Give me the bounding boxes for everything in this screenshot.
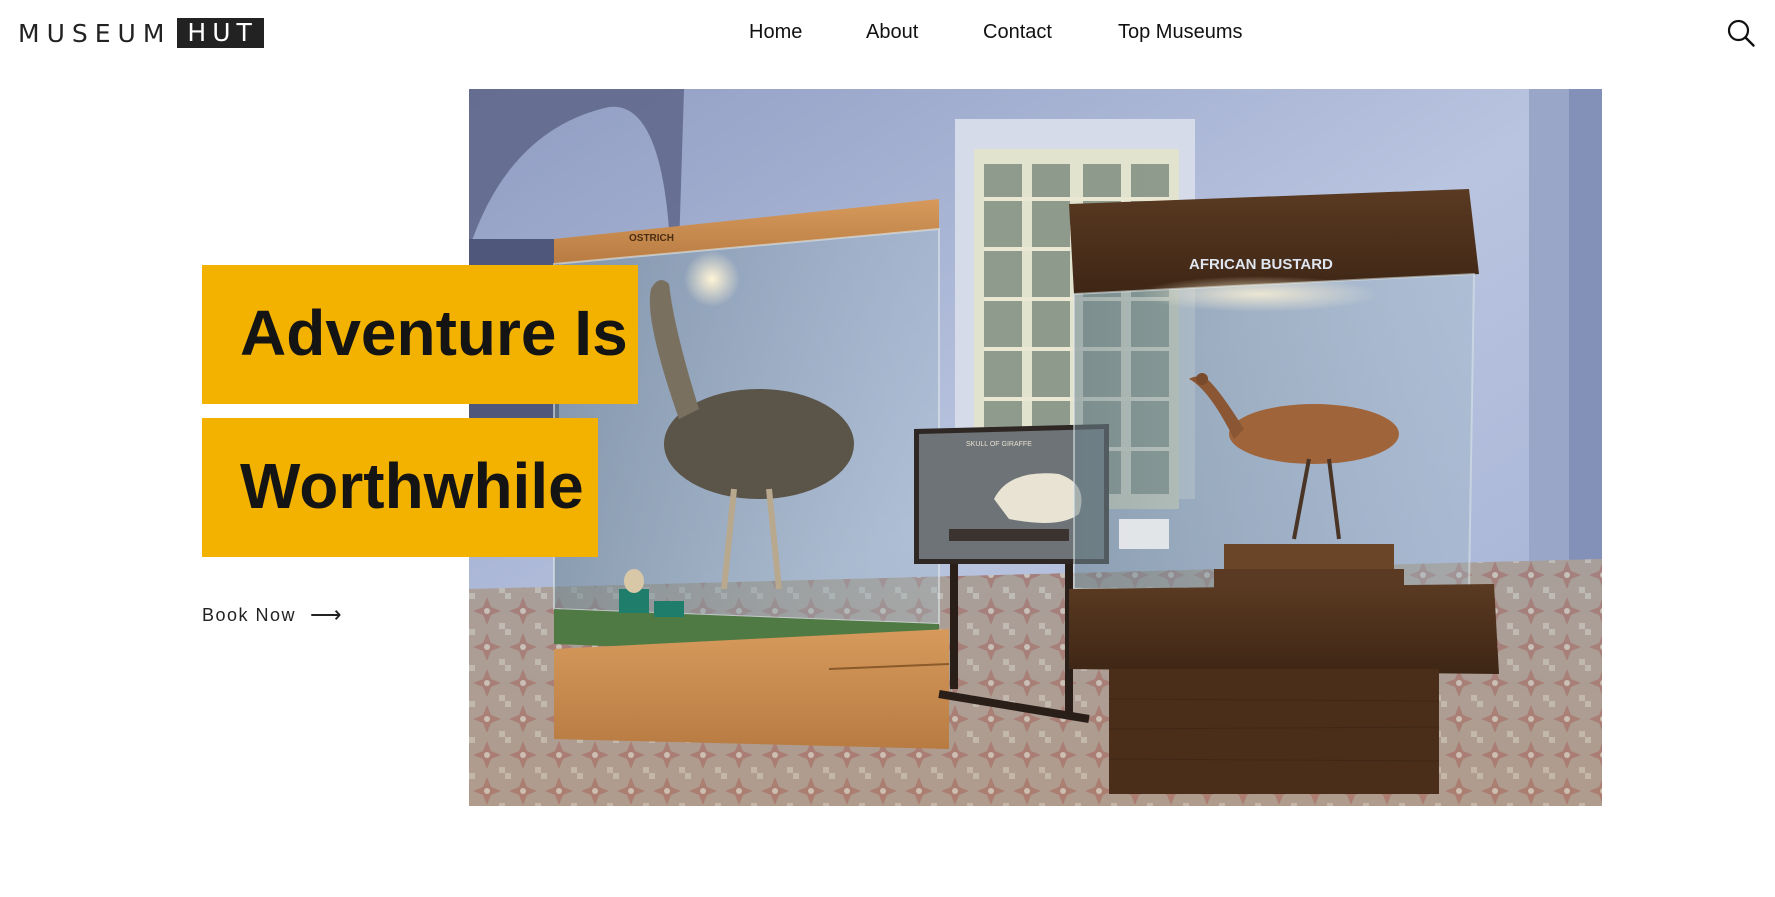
book-now-link[interactable]: Book Now ⟶ (202, 604, 343, 626)
left-case-label: OSTRICH (629, 233, 674, 244)
nav-contact[interactable]: Contact (983, 20, 1052, 44)
nav-home[interactable]: Home (743, 20, 809, 44)
headline-line-1: Adventure Is (202, 265, 638, 404)
main-nav: Home About Contact Top Museums (0, 20, 1775, 44)
book-now-label: Book Now (202, 604, 297, 625)
headline-line-2: Worthwhile (202, 418, 598, 557)
right-case-label: AFRICAN BUSTARD (1189, 256, 1333, 273)
hero-image: OSTRICH SKULL OF GIRAFFE AFRICAN BUSTARD (469, 89, 1602, 806)
nav-about[interactable]: About (866, 20, 918, 44)
nav-top-museums[interactable]: Top Museums (1118, 20, 1243, 44)
small-case-label: SKULL OF GIRAFFE (966, 441, 1032, 448)
search-icon[interactable] (1726, 18, 1756, 48)
nav-home-label: Home (749, 21, 803, 43)
arrow-right-icon: ⟶ (310, 602, 344, 627)
site-header: MUSEUM HUT Home About Contact Top Museum… (0, 0, 1775, 64)
